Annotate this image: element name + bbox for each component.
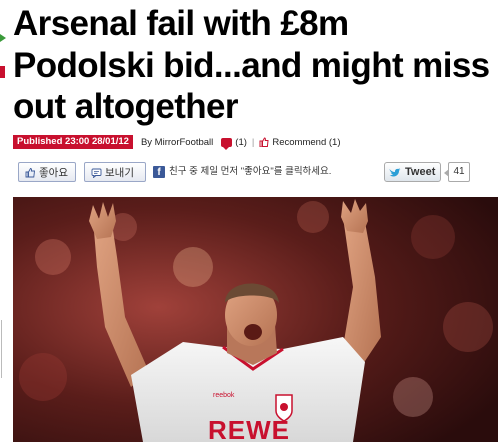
facebook-prompt: f 친구 중 제일 먼저 "좋아요"를 클릭하세요. xyxy=(153,165,363,178)
social-share-bar: 좋아요 보내기 f 친구 중 제일 먼저 "좋아요"를 클릭하세요. Tweet… xyxy=(16,162,486,192)
facebook-like-button[interactable]: 좋아요 xyxy=(18,162,76,182)
edge-divider xyxy=(1,320,2,378)
comment-icon[interactable] xyxy=(221,137,233,150)
comment-count[interactable]: (1) xyxy=(235,137,247,148)
meta-separator: | xyxy=(251,136,255,148)
edge-marker-red xyxy=(0,66,5,78)
edge-marker-green xyxy=(0,34,6,42)
thumbs-up-icon xyxy=(25,167,36,177)
published-badge: Published 23:00 28/01/12 xyxy=(13,135,133,149)
article-meta: Published 23:00 28/01/12 By MirrorFootba… xyxy=(13,135,340,150)
like-button-label: 좋아요 xyxy=(39,166,68,179)
send-button-label: 보내기 xyxy=(105,166,134,179)
tweet-count[interactable]: 41 xyxy=(444,162,470,182)
twitter-bird-icon xyxy=(389,167,401,176)
player-celebration-image: reebok REWE xyxy=(13,197,498,442)
article-headline: Arsenal fail with £8m Podolski bid...and… xyxy=(13,4,490,126)
tweet-button-label: Tweet xyxy=(405,166,436,178)
article-photo[interactable]: reebok REWE xyxy=(13,197,498,442)
byline-link[interactable]: By MirrorFootball xyxy=(141,137,213,148)
send-icon xyxy=(91,168,102,178)
facebook-send-button[interactable]: 보내기 xyxy=(84,162,146,182)
jersey-sponsor-text: REWE xyxy=(208,415,290,442)
sponsor-small-text: reebok xyxy=(213,392,235,399)
facebook-icon: f xyxy=(153,166,165,178)
facebook-prompt-text: 친구 중 제일 먼저 "좋아요"를 클릭하세요. xyxy=(169,166,332,177)
recommend-link[interactable]: Recommend (1) xyxy=(272,137,340,148)
tweet-button[interactable]: Tweet xyxy=(384,162,441,182)
recommend-icon[interactable] xyxy=(259,137,269,147)
